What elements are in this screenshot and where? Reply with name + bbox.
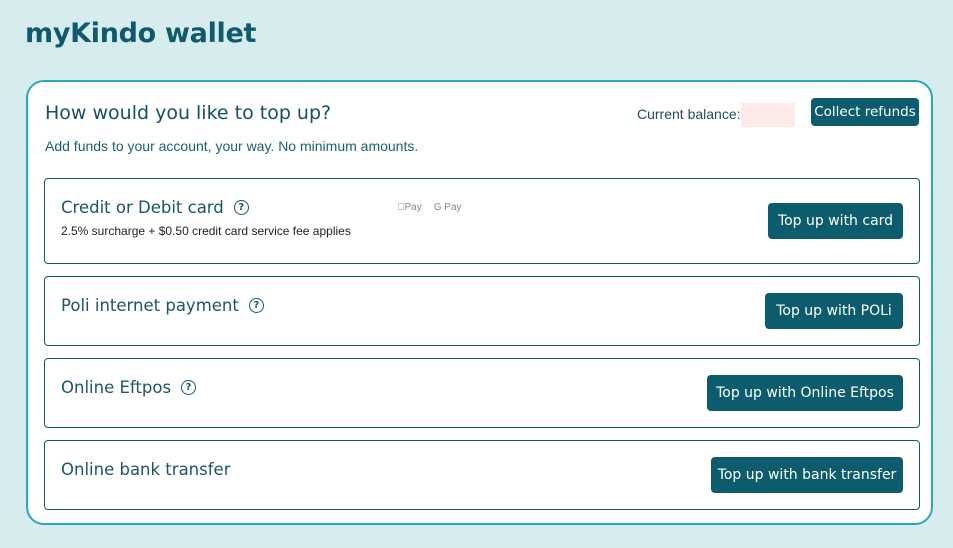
option-bank-title: Online bank transfer [61, 460, 231, 479]
option-card-title: Credit or Debit card [61, 198, 224, 217]
option-eftpos-title: Online Eftpos [61, 378, 172, 397]
option-card: Credit or Debit card ? 2.5% surcharge + … [44, 178, 920, 264]
collect-refunds-button[interactable]: Collect refunds [811, 98, 919, 126]
top-up-panel: How would you like to top up? Add funds … [26, 80, 933, 525]
panel-subtext: Add funds to your account, your way. No … [45, 138, 419, 154]
help-icon[interactable]: ? [233, 200, 249, 215]
google-pay-icon: G Pay [426, 202, 462, 213]
wallet-badges: Pay G Pay [397, 202, 462, 213]
top-up-card-button[interactable]: Top up with card [768, 203, 903, 239]
option-poli-title-row: Poli internet payment ? [61, 296, 264, 315]
card-fee-note: 2.5% surcharge + $0.50 credit card servi… [61, 224, 351, 238]
option-bank-title-row: Online bank transfer [61, 460, 230, 479]
help-icon[interactable]: ? [248, 298, 264, 313]
panel-heading: How would you like to top up? [45, 102, 332, 124]
help-icon[interactable]: ? [181, 380, 197, 395]
option-poli: Poli internet payment ? Top up with POLi [44, 276, 920, 346]
option-eftpos-title-row: Online Eftpos ? [61, 378, 197, 397]
page-title: myKindo wallet [25, 18, 257, 49]
top-up-poli-button[interactable]: Top up with POLi [765, 293, 903, 329]
top-up-eftpos-button[interactable]: Top up with Online Eftpos [707, 375, 903, 411]
option-eftpos: Online Eftpos ? Top up with Online Eftpo… [44, 358, 920, 428]
current-balance-label: Current balance: [637, 106, 741, 122]
top-up-bank-transfer-button[interactable]: Top up with bank transfer [711, 457, 903, 493]
current-balance-value [741, 103, 795, 127]
option-bank-transfer: Online bank transfer Top up with bank tr… [44, 440, 920, 510]
apple-pay-icon: Pay [397, 202, 422, 213]
option-poli-title: Poli internet payment [61, 296, 239, 315]
option-card-title-row: Credit or Debit card ? [61, 198, 249, 217]
